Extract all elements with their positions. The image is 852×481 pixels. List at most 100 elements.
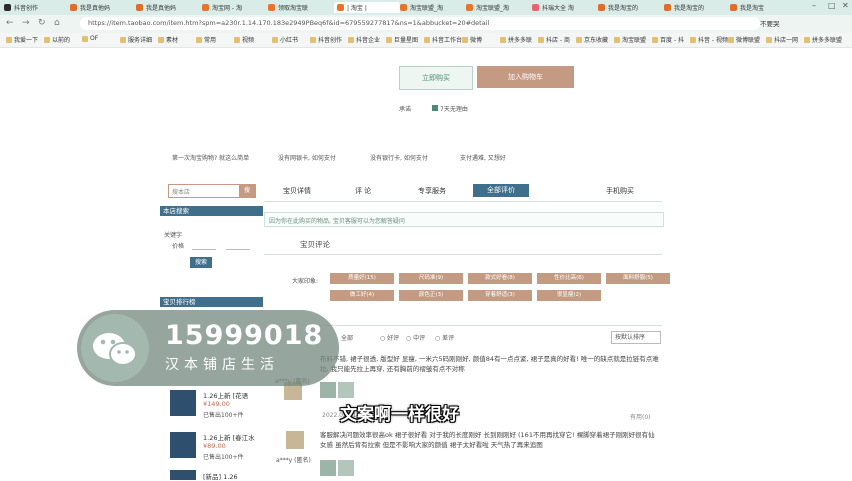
guide-link[interactable]: 第一次淘宝购物? 就这么简单: [172, 153, 249, 162]
product-thumbnail[interactable]: [170, 470, 196, 480]
impression-tag[interactable]: 穿着舒适(3): [468, 290, 532, 301]
bookmark-label: 拼多多联盟: [812, 37, 843, 44]
review-photo[interactable]: [338, 382, 354, 398]
bookmark-item[interactable]: 以前的: [44, 35, 70, 44]
impression-tag[interactable]: 性价比高(6): [537, 273, 601, 284]
review-photo[interactable]: [320, 460, 336, 476]
bookmark-item[interactable]: OF: [82, 35, 98, 42]
filter-all[interactable]: 全部: [341, 333, 353, 342]
browser-tab[interactable]: 我是真他妈: [136, 2, 196, 13]
tab-favicon-icon: [202, 4, 209, 11]
tab-all-reviews[interactable]: 全部评价: [473, 184, 529, 197]
browser-tab[interactable]: 淘宝网 - 淘: [202, 2, 262, 13]
sidebar-search-button[interactable]: 搜索: [190, 257, 212, 268]
impression-tag[interactable]: 尺码准(9): [399, 273, 463, 284]
bookmark-item[interactable]: 素材: [158, 35, 178, 44]
browser-tab[interactable]: 我是淘宝的: [598, 2, 658, 13]
bookmarks-bar: 我爱一下 以前的 OF 服务详细 素材 常用 视频 小红书 抖音创作 抖音企业 巨量星图 抖音工作台微…: [0, 33, 852, 48]
guide-link[interactable]: 没有网银卡, 如何支付: [278, 153, 336, 162]
browser-tab[interactable]: | 淘宝 |: [334, 2, 400, 13]
keyword-label: 关键字: [164, 232, 183, 239]
tab-services[interactable]: 专享服务: [418, 186, 446, 196]
review-photo[interactable]: [320, 382, 336, 398]
folder-icon: [158, 36, 164, 43]
bookmark-item[interactable]: 拼多多联盟: [804, 35, 842, 44]
bookmark-item[interactable]: 抖音工作台: [424, 35, 462, 44]
shop-search-input[interactable]: 搜本店: [172, 187, 190, 196]
url-input[interactable]: https://item.taobao.com/item.htm?spm=a23…: [80, 17, 760, 30]
bookmark-label: 淘宝联盟: [622, 37, 647, 44]
bookmark-label: 百度 - 抖: [660, 37, 684, 44]
browser-tab[interactable]: 我是淘宝的: [664, 2, 724, 13]
bookmark-item[interactable]: 微博联盟: [728, 35, 760, 44]
bookmark-item[interactable]: 百度 - 抖: [652, 35, 684, 44]
bookmark-item[interactable]: 常用: [196, 35, 216, 44]
browser-tab[interactable]: 我是淘宝: [730, 2, 790, 13]
filter-negative-label: 差评: [442, 335, 455, 342]
home-icon[interactable]: ⌂: [54, 18, 60, 28]
bookmark-label: 抖音 - 视频: [698, 37, 728, 44]
guide-link[interactable]: 没有银行卡, 如何支付: [370, 153, 428, 162]
bookmark-item[interactable]: 微博: [462, 35, 482, 44]
bookmark-item[interactable]: 抖音企业: [348, 35, 380, 44]
price-min-input[interactable]: [192, 241, 216, 250]
product-title[interactable]: 1.26上新 [春江水: [203, 432, 255, 442]
tab-detail[interactable]: 宝贝详情: [283, 186, 311, 196]
back-icon[interactable]: ←: [6, 18, 14, 28]
product-thumbnail[interactable]: [170, 390, 196, 416]
browser-tab[interactable]: 抖音创作: [4, 2, 64, 13]
forward-icon[interactable]: →: [22, 18, 30, 28]
bookmark-item[interactable]: 视频: [234, 35, 254, 44]
impression-tag[interactable]: 很显瘦(2): [537, 290, 601, 301]
filter-neutral[interactable]: ○ 中评: [406, 333, 425, 342]
add-to-cart-button[interactable]: 加入购物车: [477, 66, 574, 88]
review-helpful[interactable]: 有用(0): [630, 412, 651, 421]
tab-label: 我是淘宝的: [674, 5, 705, 12]
bookmark-label: 小红书: [280, 37, 299, 44]
impression-tag[interactable]: 款式好看(8): [468, 273, 532, 284]
guide-link[interactable]: 支付遇难, 又想好: [460, 153, 506, 162]
buy-now-button[interactable]: 立即购买: [399, 66, 473, 90]
price-max-input[interactable]: [226, 241, 250, 250]
bookmark-item[interactable]: 京东收藏: [576, 35, 608, 44]
bookmark-item[interactable]: 抖音 - 视频: [690, 35, 728, 44]
browser-tab[interactable]: 领取淘宝联: [268, 2, 328, 13]
tab-reviews[interactable]: 评 论: [355, 186, 371, 196]
impressions-label: 大家印象:: [292, 278, 319, 285]
folder-icon: [348, 36, 354, 43]
bookmark-item[interactable]: 抖音创作: [310, 35, 342, 44]
review-photo[interactable]: [338, 460, 354, 476]
bookmark-item[interactable]: 抖店 - 商: [538, 35, 570, 44]
bookmark-item[interactable]: 小红书: [272, 35, 298, 44]
service-promise: 承诺: [399, 106, 412, 113]
product-thumbnail[interactable]: [170, 432, 196, 458]
impression-tag[interactable]: 质量好(15): [330, 273, 394, 284]
reload-icon[interactable]: ↻: [38, 18, 46, 28]
impression-tag[interactable]: 面料舒服(5): [606, 273, 670, 284]
maximize-icon[interactable]: □: [828, 1, 836, 10]
bookmark-item[interactable]: 服务详细: [120, 35, 152, 44]
browser-tab[interactable]: 我是真他妈: [70, 2, 130, 13]
filter-negative[interactable]: ○ 差评: [435, 333, 454, 342]
bookmark-item[interactable]: 淘宝联盟: [614, 35, 646, 44]
minimize-icon[interactable]: –: [812, 1, 816, 10]
filter-positive[interactable]: ○ 好评: [380, 333, 399, 342]
close-icon[interactable]: ✕: [842, 1, 849, 10]
bookmark-item[interactable]: 我爱一下: [6, 35, 38, 44]
folder-icon: [424, 36, 430, 43]
filter-positive-label: 好评: [387, 335, 400, 342]
bookmark-item[interactable]: 抖店一网: [766, 35, 798, 44]
browser-tab[interactable]: 淘宝联盟_淘: [466, 2, 526, 13]
profile-button[interactable]: 不要哭: [760, 18, 780, 28]
impression-tag[interactable]: 颜色正(3): [399, 290, 463, 301]
bookmark-item[interactable]: 拼多多联: [500, 35, 532, 44]
shop-search-button[interactable]: 搜: [239, 185, 255, 197]
product-title[interactable]: 1.26上新 [花语: [203, 390, 248, 400]
bookmark-item[interactable]: 巨量星图: [386, 35, 418, 44]
impression-tag[interactable]: 做工好(4): [330, 290, 394, 301]
mobile-buy-link[interactable]: 手机购买: [606, 186, 634, 196]
browser-tab[interactable]: 抖瑞大全 淘: [532, 2, 592, 13]
sidebar-shop-search-heading: 本店搜索: [160, 206, 263, 216]
sort-select[interactable]: 按默认排序: [611, 331, 661, 344]
browser-tab[interactable]: 淘宝联盟_淘: [400, 2, 460, 13]
